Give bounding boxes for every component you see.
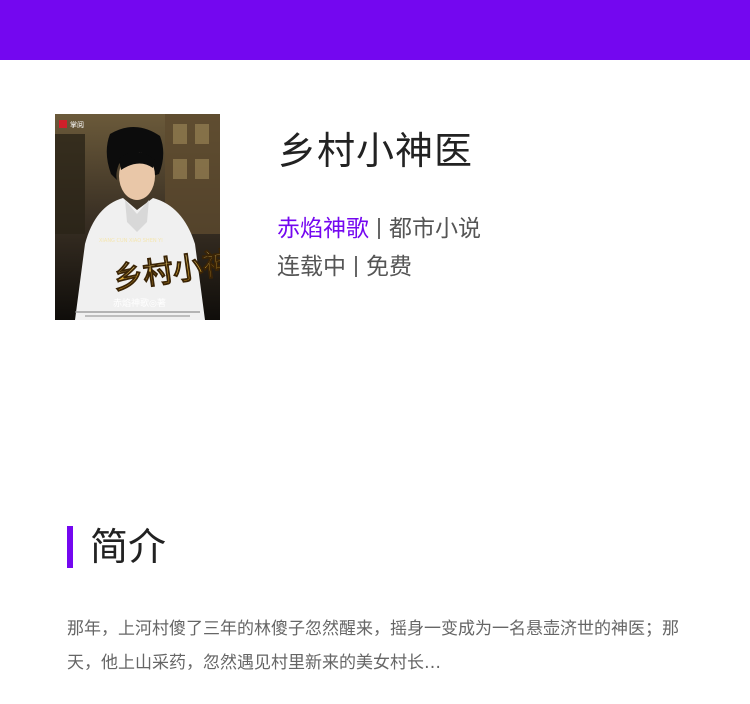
book-cover-image[interactable]: 掌阅 乡村小神医 XIANG CUN XIAO SHEN YI 赤焰神歌◎著: [55, 114, 220, 320]
synopsis-heading: 简介: [90, 525, 167, 569]
section-accent-bar: [67, 526, 73, 568]
cover-pinyin-text: XIANG CUN XIAO SHEN YI: [99, 238, 163, 244]
book-title: 乡村小神医: [278, 129, 474, 173]
book-category: 都市小说: [389, 216, 481, 242]
separator: [378, 218, 380, 239]
top-app-bar: [0, 0, 750, 60]
book-meta-line-1: 赤焰神歌 都市小说: [277, 214, 481, 244]
author-link[interactable]: 赤焰神歌: [277, 216, 369, 242]
cover-publisher-text: 掌阅: [70, 120, 84, 129]
book-meta-line-2: 连载中 免费: [277, 252, 412, 282]
book-price: 免费: [366, 254, 412, 280]
separator: [355, 256, 357, 277]
cover-author-text: 赤焰神歌◎著: [113, 297, 166, 309]
synopsis-text: 那年，上河村傻了三年的林傻子忽然醒来，摇身一变成为一名悬壶济世的神医；那天，他上…: [67, 619, 679, 673]
book-status: 连载中: [277, 254, 346, 280]
cover-art: 掌阅 乡村小神医 XIANG CUN XIAO SHEN YI 赤焰神歌◎著: [55, 114, 220, 320]
